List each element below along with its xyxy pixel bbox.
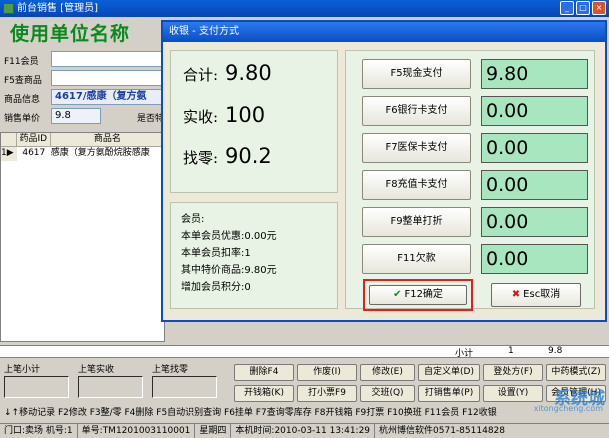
modify-button[interactable]: 修改(E) [360, 364, 415, 381]
product-info-field: 4617/感康（复方氨 [51, 89, 163, 105]
change-line: 找零: 90.2 [183, 144, 272, 168]
print-order-button[interactable]: 打销售单(P) [418, 385, 480, 402]
close-icon[interactable]: × [592, 1, 606, 15]
member-points: 增加会员积分:0 [181, 282, 251, 293]
grid-header-name: 商品名 [93, 134, 121, 144]
medical-card-pay-button[interactable]: F7医保卡支付 [362, 133, 471, 163]
totals-qty: 1 [508, 346, 514, 356]
cancel-label: Esc取消 [523, 289, 561, 300]
last-subtotal-label: 上笔小计 [4, 365, 41, 375]
total-line: 合计: 9.80 [183, 61, 272, 85]
payment-dialog: 收银 - 支付方式 合计: 9.80 实收: 100 找零: 90.2 会员: … [161, 20, 607, 322]
watermark-url: xitongcheng.com [533, 404, 603, 413]
received-value: 100 [225, 103, 266, 127]
dialog-title: 收银 - 支付方式 [163, 22, 605, 42]
prepaid-card-amount-input[interactable]: 0.00 [481, 170, 588, 200]
member-rate: 本单会员扣率:1 [181, 248, 251, 259]
last-change-label: 上笔找零 [152, 365, 189, 375]
status-order-no: 单号:TM1201003110001 [78, 424, 196, 438]
maximize-icon[interactable]: □ [576, 1, 590, 15]
grid-header-id: 药品ID [17, 133, 51, 146]
credit-amount-input[interactable]: 0.00 [481, 244, 588, 274]
tcm-mode-button[interactable]: 中药模式(Z) [546, 364, 606, 381]
checkmark-icon: ✔ [393, 289, 402, 300]
product-info-label: 商品信息 [4, 95, 41, 105]
totals-label: 小计 [455, 349, 474, 359]
member-panel: 会员: 本单会员优惠:0.00元 本单会员扣率:1 其中特价商品:9.80元 增… [170, 202, 338, 309]
app-icon [3, 3, 14, 14]
last-received-box [78, 376, 143, 398]
last-subtotal-box [4, 376, 69, 398]
order-discount-input[interactable]: 0.00 [481, 207, 588, 237]
product-search-input[interactable] [51, 70, 163, 86]
summary-panel: 合计: 9.80 实收: 100 找零: 90.2 [170, 50, 338, 193]
special-label: 是否特 [137, 114, 165, 124]
medical-card-amount-input[interactable]: 0.00 [481, 133, 588, 163]
change-value: 90.2 [225, 144, 272, 168]
status-weekday: 星期四 [195, 424, 232, 438]
prepaid-card-pay-button[interactable]: F8充值卡支付 [362, 170, 471, 200]
last-change-box [152, 376, 217, 398]
table-row[interactable]: 1▶ 4617 感康（复方氨酚烷胺感康 [1, 147, 164, 161]
member-special: 其中特价商品:9.80元 [181, 265, 277, 276]
company-name: 使用单位名称 [10, 23, 131, 45]
totals-strip: 小计 1 9.8 [0, 345, 609, 359]
change-label: 找零: [183, 149, 219, 167]
unit-price-field: 9.8 [51, 108, 101, 124]
cancel-button[interactable]: ✖ Esc取消 [491, 283, 581, 307]
shortcut-hint-bar: ↓↑移动记录 F2修改 F3整/零 F4删除 F5自动识别查询 F6挂单 F7查… [4, 408, 497, 418]
received-label: 实收: [183, 108, 219, 126]
totals-amount: 9.8 [548, 346, 563, 356]
grid-header: 药品ID 商品名 [1, 133, 164, 147]
member-input[interactable] [51, 51, 163, 67]
search-label: F5查商品 [4, 76, 42, 86]
cross-icon: ✖ [511, 289, 521, 300]
sales-grid[interactable]: 药品ID 商品名 1▶ 4617 感康（复方氨酚烷胺感康 [0, 132, 165, 342]
status-time: 本机时间:2010-03-11 13:41:29 [231, 424, 376, 438]
window-title: 前台销售 [管理员] [17, 3, 98, 14]
total-label: 合计: [183, 66, 219, 84]
row-drug-id: 4617 [22, 148, 46, 158]
bank-card-pay-button[interactable]: F6银行卡支付 [362, 96, 471, 126]
row-marker: 1▶ [1, 147, 17, 161]
bank-card-amount-input[interactable]: 0.00 [481, 96, 588, 126]
cash-amount-input[interactable]: 9.80 [481, 59, 588, 89]
status-vendor: 杭州博信软件0571-85114828 [379, 426, 505, 436]
status-bar: 门口:卖场 机号:1 单号:TM1201003110001 星期四 本机时间:2… [0, 423, 609, 438]
unit-price-label: 销售单价 [4, 114, 41, 124]
settings-button[interactable]: 设置(Y) [483, 385, 543, 402]
minimize-icon[interactable]: _ [560, 1, 574, 15]
main-titlebar: 前台销售 [管理员] _ □ × [0, 0, 609, 17]
prescription-button[interactable]: 登处方(F) [483, 364, 543, 381]
delete-button[interactable]: 删除F4 [234, 364, 294, 381]
handover-button[interactable]: 交班(Q) [360, 385, 415, 402]
member-label: 会员: [181, 214, 205, 225]
window-controls: _ □ × [560, 1, 606, 15]
row-product-name: 感康（复方氨酚烷胺感康 [50, 148, 150, 158]
order-discount-button[interactable]: F9整单打折 [362, 207, 471, 237]
open-drawer-button[interactable]: 开钱箱(K) [234, 385, 294, 402]
total-value: 9.80 [225, 61, 272, 85]
cash-pay-button[interactable]: F5现金支付 [362, 59, 471, 89]
status-counter: 门口:卖场 机号:1 [0, 424, 78, 438]
member-discount: 本单会员优惠:0.00元 [181, 231, 277, 242]
credit-button[interactable]: F11欠款 [362, 244, 471, 274]
grid-header-marker [1, 133, 17, 146]
payment-panel: F5现金支付 9.80 F6银行卡支付 0.00 F7医保卡支付 0.00 F8… [345, 50, 595, 311]
received-line: 实收: 100 [183, 103, 265, 127]
last-received-label: 上笔实收 [78, 365, 115, 375]
void-button[interactable]: 作废(I) [297, 364, 357, 381]
confirm-label: F12确定 [404, 289, 443, 300]
confirm-button[interactable]: ✔ F12确定 [369, 285, 467, 305]
member-label: F11会员 [4, 57, 39, 67]
custom-order-button[interactable]: 自定义单(D) [418, 364, 480, 381]
print-ticket-button[interactable]: 打小票F9 [297, 385, 357, 402]
confirm-focus-ring: ✔ F12确定 [363, 279, 473, 311]
